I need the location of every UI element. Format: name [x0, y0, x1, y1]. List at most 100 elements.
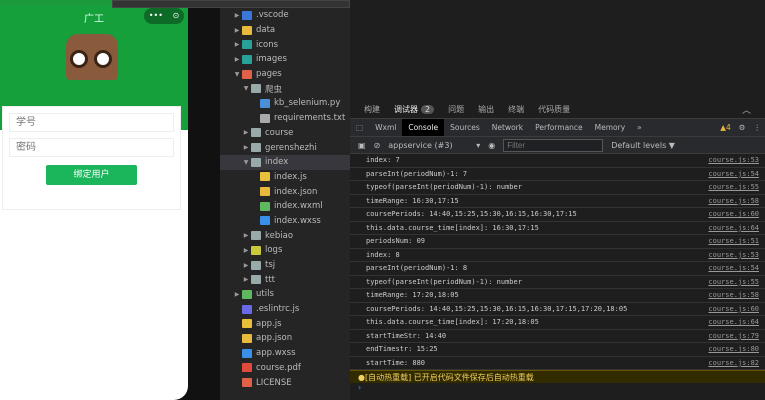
eye-icon[interactable]: ◉: [488, 141, 495, 150]
chevron-icon[interactable]: ▶: [232, 56, 242, 63]
log-text: index: 8: [366, 250, 400, 259]
tree-item[interactable]: ▶ logs: [220, 243, 350, 258]
chevron-icon[interactable]: ▶: [232, 12, 242, 19]
folder-icon: [251, 157, 261, 167]
chevron-icon[interactable]: ▼: [241, 85, 251, 92]
panel-tab[interactable]: 代码质量: [538, 104, 570, 115]
chevron-icon[interactable]: ▶: [241, 262, 251, 269]
tree-item[interactable]: index.wxss: [220, 214, 350, 229]
more-vert-icon[interactable]: ⋮: [750, 119, 765, 137]
source-link[interactable]: course.js:82: [708, 359, 759, 367]
source-link[interactable]: course.js:54: [708, 170, 759, 178]
devtools-tab[interactable]: Performance: [529, 119, 589, 137]
gear-icon[interactable]: ⚙: [735, 119, 750, 137]
tree-item[interactable]: requirements.txt: [220, 111, 350, 126]
source-link[interactable]: course.js:58: [708, 291, 759, 299]
tree-item[interactable]: .eslintrc.js: [220, 302, 350, 317]
warning-row: ● [自动热重载] 已开启代码文件保存后自动热重载: [350, 370, 765, 383]
bind-user-button[interactable]: 绑定用户: [46, 165, 137, 185]
tree-item[interactable]: app.wxss: [220, 346, 350, 361]
source-link[interactable]: course.js:54: [708, 264, 759, 272]
source-link[interactable]: course.js:55: [708, 278, 759, 286]
tree-item[interactable]: app.js: [220, 316, 350, 331]
tree-item[interactable]: ▶ kebiao: [220, 228, 350, 243]
chevron-icon[interactable]: ▶: [232, 41, 242, 48]
devtools-tab[interactable]: Sources: [444, 119, 486, 137]
chevron-icon[interactable]: ▼: [232, 71, 242, 78]
source-link[interactable]: course.js:64: [708, 318, 759, 326]
panel-tab[interactable]: 构建: [364, 104, 380, 115]
devtools-tab[interactable]: Console: [402, 118, 445, 137]
chevron-icon[interactable]: ▶: [241, 276, 251, 283]
chevron-icon[interactable]: ▶: [241, 129, 251, 136]
chevron-icon[interactable]: ▶: [241, 247, 251, 254]
panel-tab[interactable]: 终端: [508, 104, 524, 115]
warning-count[interactable]: ▲4: [716, 119, 735, 137]
log-text: startTimeStr: 14:40: [366, 331, 447, 340]
tree-item[interactable]: ▶ utils: [220, 287, 350, 302]
clear-console-icon[interactable]: ⊘: [374, 141, 381, 150]
warning-count-value: 4: [725, 122, 731, 132]
chevron-icon[interactable]: ▶: [241, 144, 251, 151]
chevron-icon[interactable]: ▼: [241, 159, 251, 166]
source-link[interactable]: course.js:58: [708, 197, 759, 205]
student-id-input[interactable]: [9, 113, 174, 132]
panel-tab[interactable]: 输出: [478, 104, 494, 115]
tree-item[interactable]: ▶ data: [220, 23, 350, 38]
log-text: parseInt(periodNum)-1: 8: [366, 264, 468, 273]
source-link[interactable]: course.js:79: [708, 332, 759, 340]
console-prompt[interactable]: ›: [350, 383, 765, 392]
tree-item[interactable]: ▶ tsj: [220, 258, 350, 273]
tree-item[interactable]: ▶ ttt: [220, 272, 350, 287]
chevron-icon[interactable]: ▶: [232, 291, 242, 298]
tree-item-label: LICENSE: [256, 377, 292, 388]
sidebar-toggle-icon[interactable]: ▣: [358, 141, 366, 150]
tree-item[interactable]: ▼ index: [220, 154, 350, 170]
tree-item[interactable]: ▼ pages: [220, 67, 350, 82]
close-icon[interactable]: ⊙: [173, 8, 180, 24]
source-link[interactable]: course.js:55: [708, 183, 759, 191]
source-link[interactable]: course.js:64: [708, 224, 759, 232]
tree-item[interactable]: ▶ course: [220, 126, 350, 141]
tree-item[interactable]: ▶ icons: [220, 37, 350, 52]
source-link[interactable]: course.js:60: [708, 305, 759, 313]
source-link[interactable]: course.js:60: [708, 210, 759, 218]
devtools-tab[interactable]: »: [631, 119, 648, 137]
source-link[interactable]: course.js:53: [708, 156, 759, 164]
levels-select[interactable]: Default levels ▼: [611, 141, 675, 150]
tab-label: 输出: [478, 105, 495, 114]
tree-item[interactable]: ▶ images: [220, 52, 350, 67]
tree-item-label: app.wxss: [256, 348, 296, 359]
context-select[interactable]: appservice (#3): [388, 141, 468, 150]
panel-tab[interactable]: 调试器 2: [394, 104, 435, 115]
tree-item[interactable]: index.js: [220, 170, 350, 185]
capsule-menu[interactable]: ••• ⊙: [144, 8, 184, 24]
tree-item[interactable]: app.json: [220, 331, 350, 346]
tree-item[interactable]: ▶ .vscode: [220, 8, 350, 23]
source-link[interactable]: course.js:51: [708, 237, 759, 245]
tree-item[interactable]: ▶ gerenshezhi: [220, 140, 350, 155]
tree-item[interactable]: LICENSE: [220, 375, 350, 390]
tree-item-label: index.json: [274, 186, 318, 197]
more-icon[interactable]: •••: [149, 8, 163, 24]
chevron-icon[interactable]: ▶: [241, 232, 251, 239]
source-link[interactable]: course.js:53: [708, 251, 759, 259]
chevron-icon[interactable]: ▶: [232, 27, 242, 34]
devtools-tab[interactable]: Wxml: [369, 119, 402, 137]
tree-item[interactable]: kb_selenium.py: [220, 96, 350, 111]
collapse-icon[interactable]: ︿: [742, 103, 751, 116]
window-bar: [112, 0, 350, 8]
tree-item[interactable]: index.wxml: [220, 199, 350, 214]
tree-item-label: kebiao: [265, 230, 294, 241]
panel-tab[interactable]: 问题: [448, 104, 464, 115]
password-input[interactable]: [9, 138, 174, 157]
filter-input[interactable]: [503, 138, 604, 152]
tree-item[interactable]: course.pdf: [220, 361, 350, 376]
devtools-tab[interactable]: Memory: [589, 119, 632, 137]
tree-item[interactable]: ▼ 爬虫: [220, 81, 350, 96]
tree-item[interactable]: index.json: [220, 184, 350, 199]
inspect-icon[interactable]: ⬚: [350, 119, 369, 137]
dropdown-icon[interactable]: ▾: [476, 141, 480, 150]
devtools-tab[interactable]: Network: [486, 119, 529, 137]
source-link[interactable]: course.js:80: [708, 345, 759, 353]
